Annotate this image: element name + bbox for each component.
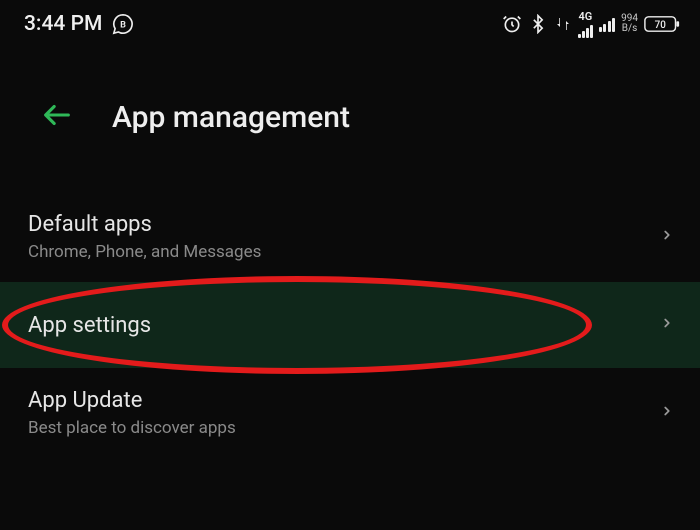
battery-text: 70: [655, 20, 667, 31]
list-item-default-apps[interactable]: Default apps Chrome, Phone, and Messages: [0, 192, 700, 282]
status-bar: 3:44 PM B 4G: [0, 0, 700, 48]
network-type-label: 4G: [578, 11, 592, 22]
chevron-right-icon: [660, 311, 674, 339]
item-title: App Update: [28, 388, 236, 413]
list-item-app-update[interactable]: App Update Best place to discover apps: [0, 368, 700, 458]
item-title: Default apps: [28, 212, 261, 237]
whatsapp-business-icon: B: [112, 13, 134, 35]
item-subtitle: Chrome, Phone, and Messages: [28, 242, 261, 262]
chevron-right-icon: [660, 399, 674, 427]
settings-list: Default apps Chrome, Phone, and Messages…: [0, 192, 700, 458]
battery-indicator: 70: [644, 15, 680, 33]
data-arrows-icon: [554, 14, 572, 34]
item-subtitle: Best place to discover apps: [28, 418, 236, 438]
alarm-icon: [502, 14, 522, 34]
chevron-right-icon: [660, 223, 674, 251]
item-content: App Update Best place to discover apps: [28, 388, 236, 438]
item-title: App settings: [28, 313, 151, 338]
signal-bars-icon: [578, 22, 593, 38]
item-content: App settings: [28, 313, 151, 338]
list-item-app-settings[interactable]: App settings: [0, 282, 700, 368]
speed-unit: B/s: [622, 24, 638, 34]
network-indicator: 4G: [578, 11, 593, 38]
status-right: 4G 994 B/s 70: [502, 11, 680, 38]
item-content: Default apps Chrome, Phone, and Messages: [28, 212, 261, 262]
page-header: App management: [0, 48, 700, 168]
status-time: 3:44 PM: [24, 12, 102, 36]
data-speed: 994 B/s: [621, 14, 638, 34]
page-title: App management: [112, 100, 350, 135]
svg-text:B: B: [120, 21, 126, 31]
signal-bars-icon: [599, 16, 616, 32]
back-arrow-icon[interactable]: [40, 98, 74, 136]
bluetooth-icon: [528, 14, 548, 34]
status-left: 3:44 PM B: [24, 12, 134, 36]
